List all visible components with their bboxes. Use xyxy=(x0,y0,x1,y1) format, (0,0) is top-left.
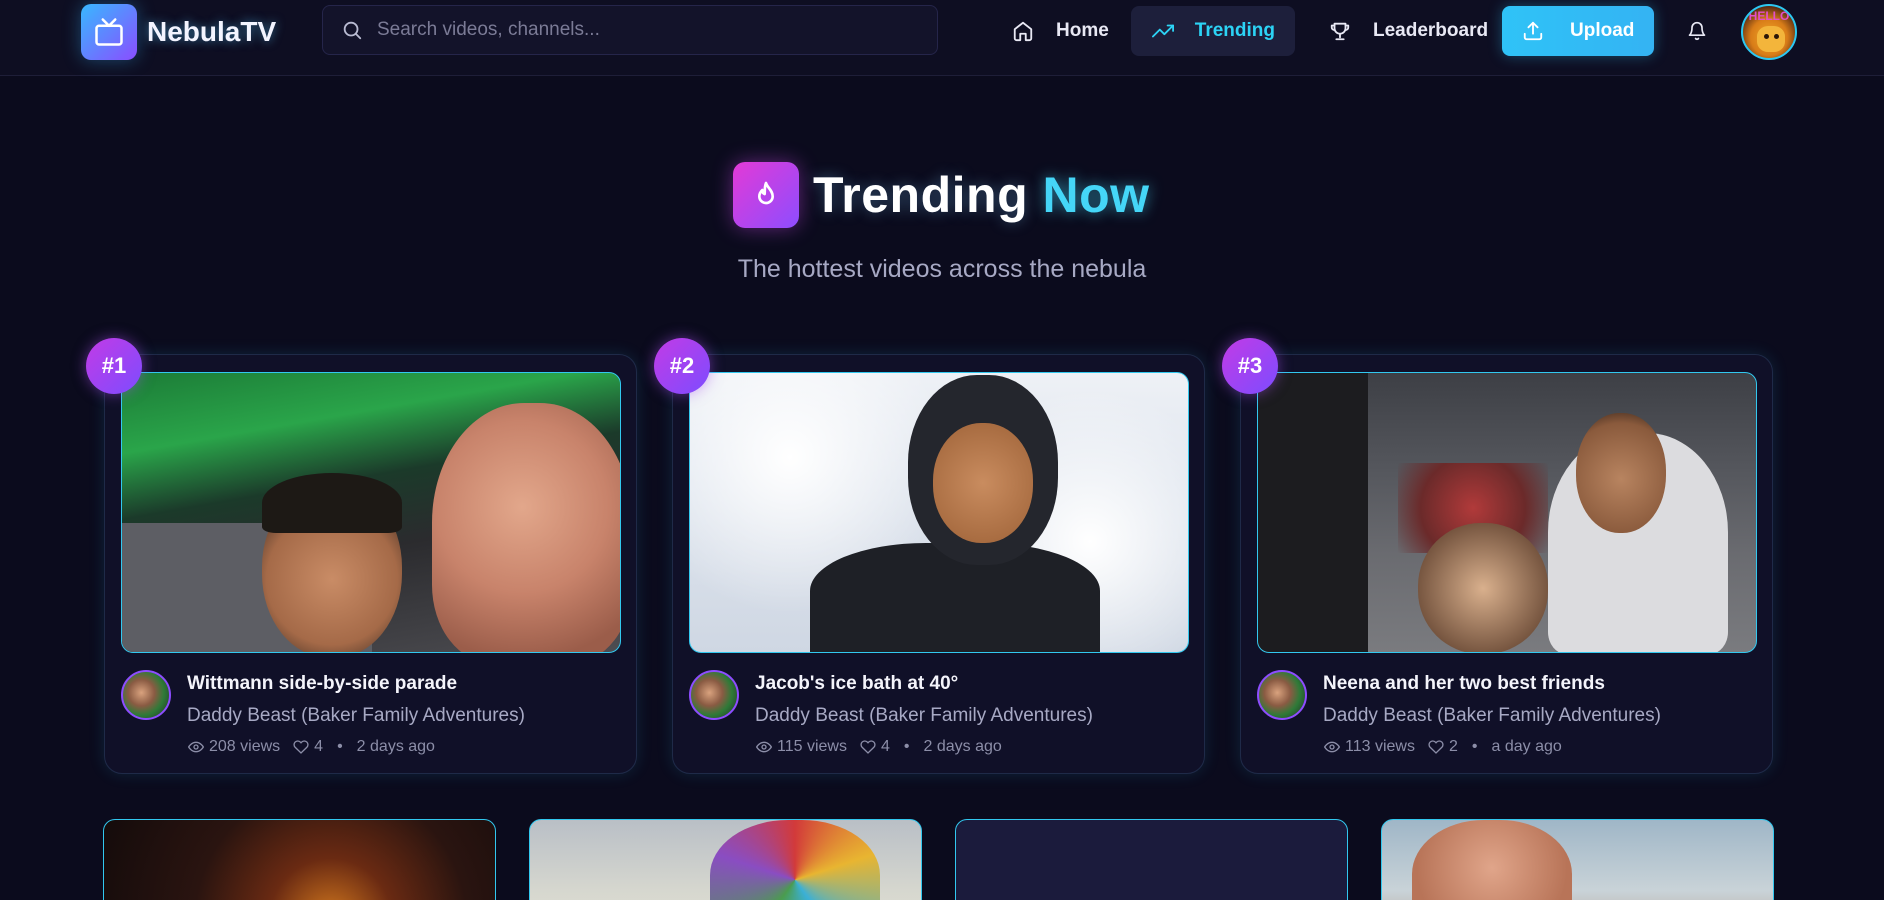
nav-trending-label: Trending xyxy=(1194,20,1275,41)
top-header: NebulaTV Home Trending xyxy=(0,0,1884,76)
channel-name[interactable]: Daddy Beast (Baker Family Adventures) xyxy=(755,705,1093,727)
video-thumbnail[interactable] xyxy=(529,819,922,900)
upload-age: 2 days ago xyxy=(923,738,1002,755)
heart-icon xyxy=(859,738,877,756)
video-thumbnail[interactable] xyxy=(103,819,496,900)
logo-text: NebulaTV xyxy=(147,16,277,47)
nav-home-label: Home xyxy=(1056,20,1109,41)
channel-name[interactable]: Daddy Beast (Baker Family Adventures) xyxy=(187,705,525,727)
rank-badge: #2 xyxy=(654,338,710,394)
trending-card[interactable]: Neena and her two best friends Daddy Bea… xyxy=(1240,354,1773,774)
avatar-eye xyxy=(1774,34,1779,39)
nav-leaderboard-label: Leaderboard xyxy=(1373,20,1489,41)
heart-icon xyxy=(292,738,310,756)
trending-card[interactable]: Wittmann side-by-side parade Daddy Beast… xyxy=(104,354,637,774)
page-title-accent: Now xyxy=(1042,167,1150,223)
view-count: 113 views xyxy=(1345,738,1415,755)
page-title: Trending Now xyxy=(813,166,1150,224)
page-subtitle: The hottest videos across the nebula xyxy=(737,255,1147,283)
page-title-main: Trending xyxy=(813,167,1029,223)
video-title[interactable]: Jacob's ice bath at 40° xyxy=(755,673,958,695)
eye-icon xyxy=(187,738,205,756)
upload-label: Upload xyxy=(1570,20,1635,41)
rank-badge: #3 xyxy=(1222,338,1278,394)
video-thumbnail[interactable] xyxy=(1257,372,1757,653)
nav-home[interactable]: Home xyxy=(990,6,1129,56)
avatar-badge-text: HELLO xyxy=(1749,9,1790,23)
channel-avatar[interactable] xyxy=(689,670,739,720)
separator-dot: • xyxy=(337,738,343,755)
video-stats: 115 views 4 • 2 days ago xyxy=(755,738,1002,756)
heart-icon xyxy=(1427,738,1445,756)
flame-icon xyxy=(733,162,799,228)
video-stats: 113 views 2 • a day ago xyxy=(1323,738,1562,756)
channel-avatar[interactable] xyxy=(1257,670,1307,720)
user-avatar[interactable]: HELLO xyxy=(1741,4,1797,60)
trending-up-icon xyxy=(1151,18,1175,44)
hero-heading: Trending Now xyxy=(733,162,1150,228)
upload-icon xyxy=(1522,18,1544,44)
video-thumbnail[interactable] xyxy=(955,819,1348,900)
channel-name[interactable]: Daddy Beast (Baker Family Adventures) xyxy=(1323,705,1661,727)
channel-avatar[interactable] xyxy=(121,670,171,720)
bell-icon[interactable] xyxy=(1684,18,1710,44)
video-stats: 208 views 4 • 2 days ago xyxy=(187,738,435,756)
like-count: 2 xyxy=(1448,738,1458,755)
eye-icon xyxy=(755,738,773,756)
view-count: 115 views xyxy=(777,738,847,755)
search-icon xyxy=(339,17,365,43)
upload-age: 2 days ago xyxy=(356,738,435,755)
eye-icon xyxy=(1323,738,1341,756)
logo[interactable]: NebulaTV xyxy=(81,4,276,60)
video-title[interactable]: Neena and her two best friends xyxy=(1323,673,1605,695)
balloon-shape xyxy=(710,820,880,900)
nav-leaderboard[interactable]: Leaderboard xyxy=(1307,6,1508,56)
video-title[interactable]: Wittmann side-by-side parade xyxy=(187,673,457,695)
like-count: 4 xyxy=(314,738,324,755)
video-thumbnail[interactable] xyxy=(689,372,1189,653)
video-thumbnail[interactable] xyxy=(1381,819,1774,900)
upload-button[interactable]: Upload xyxy=(1502,6,1654,56)
separator-dot: • xyxy=(903,738,910,755)
avatar-face xyxy=(1757,26,1785,52)
trophy-icon xyxy=(1327,18,1353,44)
tv-icon xyxy=(81,4,137,60)
trending-card[interactable]: Jacob's ice bath at 40° Daddy Beast (Bak… xyxy=(672,354,1205,774)
view-count: 208 views xyxy=(209,738,281,755)
avatar-eye xyxy=(1764,34,1769,39)
upload-age: a day ago xyxy=(1491,738,1562,755)
search-input[interactable] xyxy=(377,19,917,41)
rank-badge: #1 xyxy=(86,338,142,394)
nav-trending[interactable]: Trending xyxy=(1131,6,1295,56)
separator-dot: • xyxy=(1471,738,1478,755)
like-count: 4 xyxy=(880,738,890,755)
video-thumbnail[interactable] xyxy=(121,372,621,653)
person-shape xyxy=(1412,820,1572,900)
search-bar[interactable] xyxy=(322,5,938,55)
home-icon xyxy=(1010,18,1036,44)
